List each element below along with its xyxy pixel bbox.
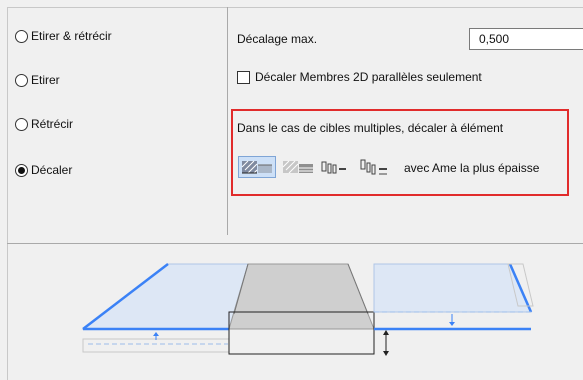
radio-label: Etirer & rétrécir [31,29,112,43]
parallel-2d-members-checkbox[interactable]: Décaler Membres 2D parallèles seulement [237,70,482,84]
thickest-core-right-icon[interactable] [319,156,349,178]
radio-shrink[interactable]: Rétrécir [15,117,73,131]
radio-offset[interactable]: Décaler [15,163,72,177]
checkbox-box-icon [237,70,250,84]
radio-label: Rétrécir [31,117,74,131]
offset-max-label: Décalage max. [237,32,318,46]
thickest-core-left-icon[interactable] [358,156,392,178]
radio-stretch[interactable]: Etirer [15,73,60,87]
checkbox-label: Décaler Membres 2D parallèles seulement [255,70,482,84]
thickest-core-suffix: avec Ame la plus épaisse [404,161,540,175]
offset-preview-diagram [81,263,534,356]
radio-circle-icon [15,163,28,177]
radio-stretch-shrink[interactable]: Etirer & rétrécir [15,29,112,43]
radio-label: Etirer [31,73,60,87]
multiple-targets-heading: Dans le cas de cibles multiples, décaler… [237,121,504,135]
vertical-divider [227,7,228,235]
radio-circle-icon [15,73,28,87]
radio-label: Décaler [31,163,73,177]
radio-circle-icon [15,29,28,43]
thickest-core-bottom-icon[interactable] [280,156,316,178]
offset-max-input[interactable]: 0,500 [469,28,583,50]
thickest-core-top-icon[interactable] [238,156,276,178]
radio-circle-icon [15,117,28,131]
